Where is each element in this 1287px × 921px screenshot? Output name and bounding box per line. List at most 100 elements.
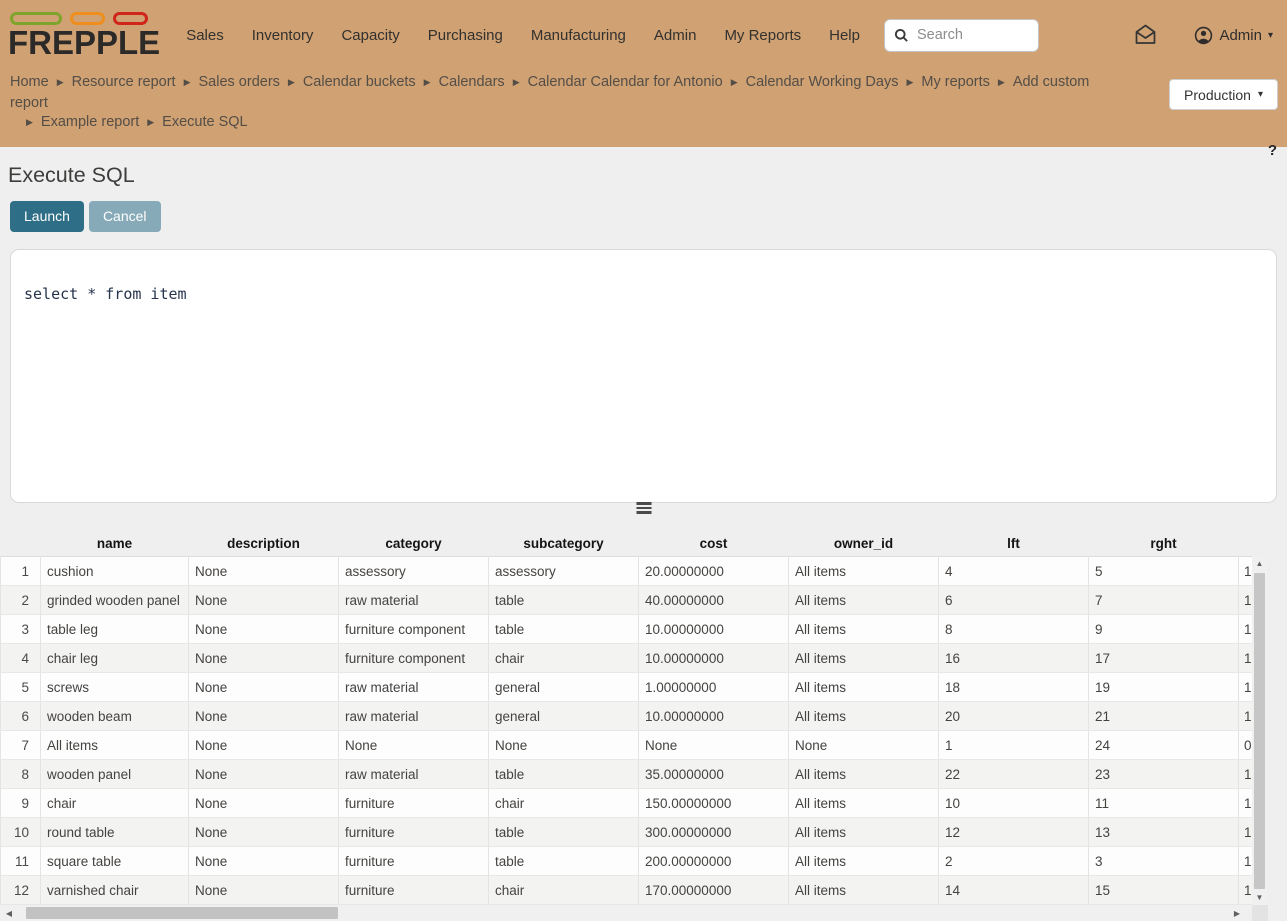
nav-item-inventory[interactable]: Inventory <box>252 27 314 44</box>
nav-row: FREPPLE Sales Inventory Capacity Purchasing… <box>0 0 1287 70</box>
cell-cost: 35.00000000 <box>639 760 789 789</box>
breadcrumb-line-2: ▶Example report▶Execute SQL <box>10 113 1097 134</box>
breadcrumb-link[interactable]: Calendars <box>439 74 505 90</box>
table-row[interactable]: 5screwsNoneraw materialgeneral1.00000000… <box>1 673 1252 702</box>
scroll-right-icon[interactable]: ▶ <box>1228 909 1246 918</box>
breadcrumb-link[interactable]: Home <box>10 74 49 90</box>
table-row[interactable]: 10round tableNonefurnituretable300.00000… <box>1 818 1252 847</box>
editor-resize-handle-icon[interactable] <box>634 500 653 515</box>
cell-subcategory: general <box>489 673 639 702</box>
nav-item-admin[interactable]: Admin <box>654 27 697 44</box>
cell-lft: 14 <box>939 876 1089 905</box>
breadcrumb-separator-icon: ▶ <box>424 77 431 87</box>
row-number: 5 <box>1 673 41 702</box>
cell-cost: 300.00000000 <box>639 818 789 847</box>
breadcrumb-link[interactable]: My reports <box>921 74 990 90</box>
cell-clipped: 1 <box>1239 760 1252 789</box>
breadcrumb-link[interactable]: Execute SQL <box>162 114 247 130</box>
cell-rght: 17 <box>1089 644 1239 673</box>
breadcrumb-link[interactable]: Calendar Calendar for Antonio <box>528 74 723 90</box>
user-menu[interactable]: Admin ▾ <box>1194 26 1273 45</box>
user-avatar-icon <box>1194 26 1213 45</box>
cell-owner_id: All items <box>789 702 939 731</box>
cell-subcategory: table <box>489 760 639 789</box>
search-input[interactable] <box>915 26 1029 44</box>
launch-button[interactable]: Launch <box>10 201 84 232</box>
cell-description: None <box>189 557 339 586</box>
breadcrumb-link[interactable]: Sales orders <box>199 74 280 90</box>
cell-clipped: 1 <box>1239 615 1252 644</box>
vertical-scrollbar[interactable]: ▲ ▼ <box>1252 557 1267 905</box>
row-number-header <box>1 531 41 557</box>
horizontal-scroll-thumb[interactable] <box>26 907 338 919</box>
cell-rght: 11 <box>1089 789 1239 818</box>
table-row[interactable]: 7All itemsNoneNoneNoneNoneNone1240 <box>1 731 1252 760</box>
nav-item-purchasing[interactable]: Purchasing <box>428 27 503 44</box>
cell-lft: 4 <box>939 557 1089 586</box>
cancel-button[interactable]: Cancel <box>89 201 161 232</box>
cell-description: None <box>189 847 339 876</box>
nav-item-manufacturing[interactable]: Manufacturing <box>531 27 626 44</box>
cell-name: table leg <box>41 615 189 644</box>
breadcrumb-link[interactable]: Example report <box>41 114 139 130</box>
cell-clipped: 1 <box>1239 557 1252 586</box>
vertical-scroll-thumb[interactable] <box>1254 573 1265 889</box>
search-box[interactable] <box>884 19 1039 52</box>
cell-lft: 10 <box>939 789 1089 818</box>
cell-rght: 23 <box>1089 760 1239 789</box>
table-row[interactable]: 3table legNonefurniture componenttable10… <box>1 615 1252 644</box>
table-row[interactable]: 9chairNonefurniturechair150.00000000All … <box>1 789 1252 818</box>
cell-owner_id: All items <box>789 876 939 905</box>
results-table: namedescriptioncategorysubcategorycostow… <box>0 531 1252 906</box>
breadcrumb-link[interactable]: Resource report <box>72 74 176 90</box>
table-row[interactable]: 6wooden beamNoneraw materialgeneral10.00… <box>1 702 1252 731</box>
cell-rght: 3 <box>1089 847 1239 876</box>
table-row[interactable]: 4chair legNonefurniture componentchair10… <box>1 644 1252 673</box>
frepple-logo[interactable]: FREPPLE <box>8 10 160 60</box>
cell-rght: 19 <box>1089 673 1239 702</box>
table-row[interactable]: 11square tableNonefurnituretable200.0000… <box>1 847 1252 876</box>
horizontal-scrollbar[interactable]: ◀ ▶ <box>0 905 1251 921</box>
table-row[interactable]: 1cushionNoneassessoryassessory20.0000000… <box>1 557 1252 586</box>
cell-subcategory: None <box>489 731 639 760</box>
cell-owner_id: All items <box>789 673 939 702</box>
help-button[interactable]: ? <box>1268 142 1277 159</box>
breadcrumb-separator-icon: ▶ <box>57 77 64 87</box>
cell-category: furniture <box>339 876 489 905</box>
nav-item-sales[interactable]: Sales <box>186 27 224 44</box>
chevron-down-icon: ▾ <box>1268 30 1273 41</box>
scenario-dropdown[interactable]: Production ▾ <box>1169 79 1278 110</box>
cell-owner_id: All items <box>789 586 939 615</box>
nav-item-capacity[interactable]: Capacity <box>341 27 399 44</box>
breadcrumb-link[interactable]: Calendar Working Days <box>746 74 899 90</box>
table-row[interactable]: 8wooden panelNoneraw materialtable35.000… <box>1 760 1252 789</box>
cell-subcategory: table <box>489 615 639 644</box>
breadcrumb: Home ▶ Resource report ▶ Sales orders ▶ Calend… <box>0 70 1287 147</box>
cell-category: furniture component <box>339 615 489 644</box>
row-number: 2 <box>1 586 41 615</box>
row-number: 7 <box>1 731 41 760</box>
breadcrumb-separator-icon: ▶ <box>288 77 295 87</box>
cell-description: None <box>189 876 339 905</box>
table-row[interactable]: 12varnished chairNonefurniturechair170.0… <box>1 876 1252 905</box>
breadcrumb-link[interactable]: Calendar buckets <box>303 74 416 90</box>
column-header-description: description <box>189 531 339 557</box>
table-row[interactable]: 2grinded wooden panelNoneraw materialtab… <box>1 586 1252 615</box>
nav-item-help[interactable]: Help <box>829 27 860 44</box>
cell-category: raw material <box>339 702 489 731</box>
page-title: Execute SQL <box>8 163 1287 188</box>
nav-item-my-reports[interactable]: My Reports <box>724 27 801 44</box>
cell-name: round table <box>41 818 189 847</box>
scroll-up-icon[interactable]: ▲ <box>1252 557 1267 571</box>
inbox-button[interactable] <box>1133 23 1158 47</box>
cell-rght: 24 <box>1089 731 1239 760</box>
scroll-down-icon[interactable]: ▼ <box>1252 891 1267 905</box>
scroll-left-icon[interactable]: ◀ <box>0 909 18 918</box>
cell-clipped: 1 <box>1239 847 1252 876</box>
cell-owner_id: All items <box>789 847 939 876</box>
cell-name: screws <box>41 673 189 702</box>
sql-editor[interactable]: select * from item <box>10 249 1277 503</box>
cell-category: assessory <box>339 557 489 586</box>
breadcrumb-line-1: Home ▶ Resource report ▶ Sales orders ▶ Calend… <box>10 73 1097 113</box>
action-buttons: Launch Cancel <box>10 201 1287 232</box>
